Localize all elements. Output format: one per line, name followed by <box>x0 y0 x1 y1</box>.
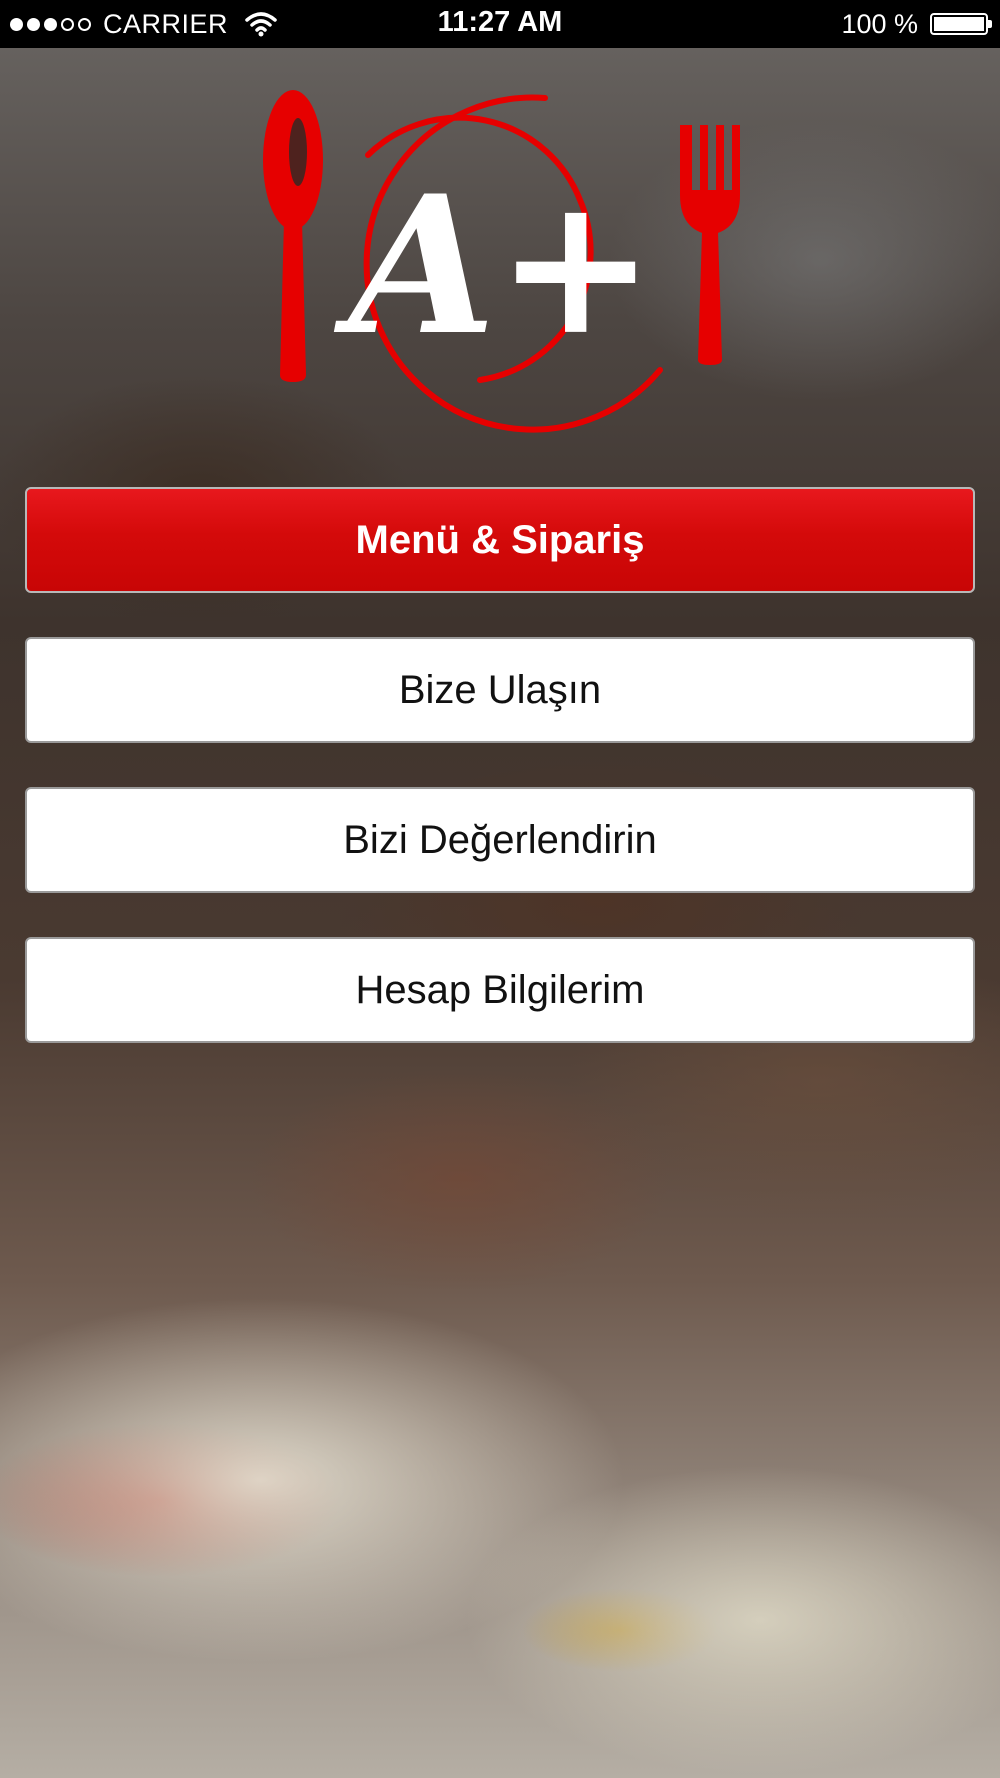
status-right: 100 % <box>841 8 992 40</box>
fork-icon <box>680 125 740 365</box>
rate-us-button[interactable]: Bizi Değerlendirin <box>25 787 975 893</box>
battery-fill <box>934 17 984 31</box>
battery-icon <box>930 13 992 35</box>
main-menu: Menü & Sipariş Bize Ulaşın Bizi Değerlen… <box>25 487 975 1087</box>
menu-order-button[interactable]: Menü & Sipariş <box>25 487 975 593</box>
status-bar: CARRIER 11:27 AM 100 % <box>0 0 1000 48</box>
contact-us-button[interactable]: Bize Ulaşın <box>25 637 975 743</box>
battery-percentage: 100 % <box>841 8 918 39</box>
logo-text: A+ <box>334 154 656 377</box>
account-info-button[interactable]: Hesap Bilgilerim <box>25 937 975 1043</box>
app-logo: A+ <box>263 90 740 433</box>
spoon-icon <box>263 90 323 382</box>
app-screen: CARRIER 11:27 AM 100 % A+ Menü & Sipariş… <box>0 0 1000 1778</box>
